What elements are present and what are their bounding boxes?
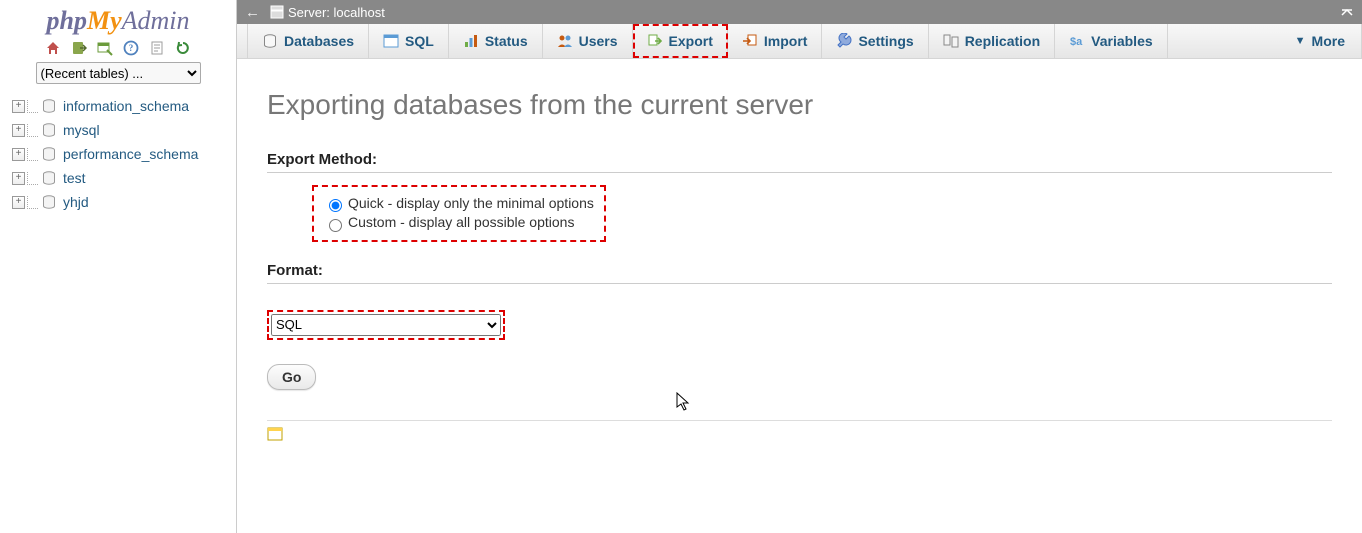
tab-users[interactable]: Users [543,24,633,58]
expand-icon[interactable]: + [12,172,25,185]
home-icon[interactable] [45,40,61,56]
format-label: Format: [267,262,1332,279]
db-node[interactable]: + test [12,166,236,190]
settings-icon [836,33,852,49]
tab-more[interactable]: ▼ More [1281,24,1362,58]
collapse-topbar-icon[interactable] [1340,5,1354,19]
import-icon [742,33,758,49]
format-select[interactable]: SQL [271,314,501,336]
export-page: Exporting databases from the current ser… [237,59,1362,533]
db-node[interactable]: + information_schema [12,94,236,118]
export-method-group: Quick - display only the minimal options… [312,185,606,242]
docs-icon[interactable]: ? [123,40,139,56]
tab-variables[interactable]: $a Variables [1055,24,1168,58]
sql-icon [383,33,399,49]
server-breadcrumb[interactable]: Server: localhost [270,5,385,20]
db-node[interactable]: + mysql [12,118,236,142]
expand-icon[interactable]: + [12,148,25,161]
reload-icon[interactable] [175,40,191,56]
query-window-icon[interactable] [97,40,113,56]
main: ← Server: localhost Databases SQL Status… [237,0,1362,533]
tab-replication[interactable]: Replication [929,24,1055,58]
more-caret-icon: ▼ [1295,35,1306,47]
db-node[interactable]: + performance_schema [12,142,236,166]
database-icon [41,122,57,138]
back-arrow-icon[interactable]: ← [245,4,260,21]
export-method-label: Export Method: [267,151,1332,168]
tab-databases[interactable]: Databases [247,24,369,58]
pma-logo: phpMyAdmin [46,6,189,36]
format-select-highlight: SQL [267,310,505,340]
breadcrumb-bar: ← Server: localhost [237,0,1362,24]
sql-docs-icon[interactable] [149,40,165,56]
database-icon [41,98,57,114]
status-icon [463,33,479,49]
database-icon [41,194,57,210]
sidebar: phpMyAdmin ? (Recent tables) ... + infor… [0,0,237,533]
replication-icon [943,33,959,49]
radio-quick-input[interactable] [329,199,342,212]
radio-custom[interactable]: Custom - display all possible options [324,214,594,231]
svg-text:?: ? [129,43,134,53]
sidebar-toolbar: ? [45,40,191,56]
database-tree: + information_schema + mysql + performan… [0,94,236,214]
database-icon [41,170,57,186]
tab-sql[interactable]: SQL [369,24,449,58]
variables-icon: $a [1069,33,1085,49]
expand-icon[interactable]: + [12,124,25,137]
users-icon [557,33,573,49]
expand-icon[interactable]: + [12,100,25,113]
server-icon [270,5,284,19]
logout-icon[interactable] [71,40,87,56]
go-button[interactable]: Go [267,364,316,390]
recent-tables-select[interactable]: (Recent tables) ... [36,62,201,84]
db-node[interactable]: + yhjd [12,190,236,214]
export-icon [647,33,663,49]
databases-icon [262,33,278,49]
tab-import[interactable]: Import [728,24,823,58]
page-title: Exporting databases from the current ser… [267,89,1332,121]
main-tabs: Databases SQL Status Users Export Import… [237,24,1362,59]
database-icon [41,146,57,162]
expand-icon[interactable]: + [12,196,25,209]
query-box-toggle[interactable] [267,427,1332,441]
tab-export[interactable]: Export [633,24,728,58]
radio-quick[interactable]: Quick - display only the minimal options [324,195,594,212]
tab-status[interactable]: Status [449,24,543,58]
radio-custom-input[interactable] [329,219,342,232]
svg-text:$a: $a [1070,36,1083,48]
tab-settings[interactable]: Settings [822,24,928,58]
